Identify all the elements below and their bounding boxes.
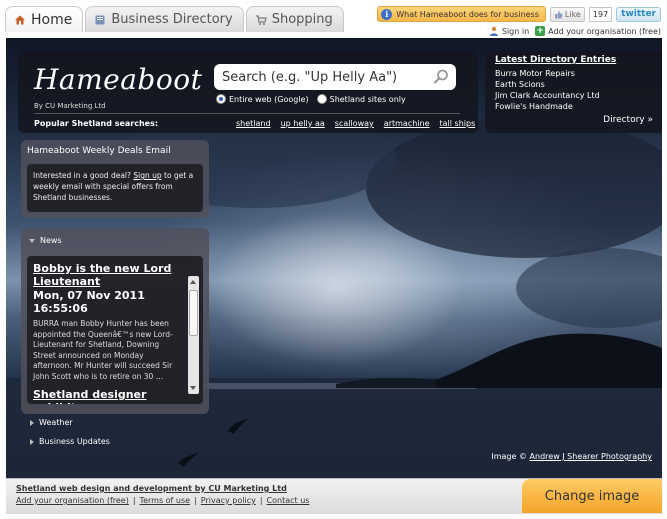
footer: Shetland web design and development by C… [6, 478, 662, 514]
directory-entry[interactable]: Fowlie's Handmade [495, 101, 600, 112]
change-image-button[interactable]: Change image [522, 479, 662, 513]
hero-background-image: Hameaboot By CU Marketing Ltd Entire web… [6, 38, 662, 478]
logo-byline: By CU Marketing Ltd [34, 102, 106, 110]
search-icon[interactable] [432, 68, 450, 86]
top-tabs: Home Business Directory Shopping [5, 6, 344, 32]
weekly-deals-body: Interested in a good deal? Sign up to ge… [27, 164, 203, 212]
popular-search-link[interactable]: shetland [236, 119, 271, 128]
tab-business-directory-label: Business Directory [111, 12, 233, 27]
add-organisation-label: Add your organisation (free) [548, 26, 661, 36]
footer-add-organisation-link[interactable]: Add your organisation (free) [16, 496, 129, 505]
footer-separator: | [194, 496, 197, 505]
scroll-up-arrow[interactable] [190, 280, 196, 284]
search-box [214, 64, 456, 90]
site-logo[interactable]: Hameaboot [34, 63, 202, 96]
weather-label: Weather [39, 418, 73, 427]
radio-entire-web[interactable]: Entire web (Google) [216, 94, 309, 104]
weekly-deals-title: Hameaboot Weekly Deals Email [27, 146, 171, 156]
business-updates-label: Business Updates [39, 437, 110, 446]
sign-in-label: Sign in [501, 26, 530, 36]
directory-entry[interactable]: Burra Motor Repairs [495, 68, 600, 79]
business-updates-section-toggle[interactable]: Business Updates [30, 437, 110, 446]
popular-search-link[interactable]: scalloway [335, 119, 374, 128]
add-organisation-link[interactable]: + Add your organisation (free) [535, 26, 661, 36]
footer-tagline-link[interactable]: Shetland web design and development by C… [16, 484, 287, 493]
footer-separator: | [259, 496, 263, 505]
tab-shopping[interactable]: Shopping [245, 6, 344, 32]
sign-up-link[interactable]: Sign up [133, 171, 161, 180]
popular-search-link[interactable]: artmachine [384, 119, 430, 128]
image-credit: Image © Andrew J Shearer Photography [491, 452, 652, 461]
popular-search-link[interactable]: tall ships [440, 119, 476, 128]
chevron-down-icon [29, 238, 35, 243]
directory-entry[interactable]: Jim Clark Accountancy Ltd [495, 90, 600, 101]
news-headline-link[interactable]: Bobby is the new Lord Lieutenant [33, 262, 183, 288]
scroll-thumb[interactable] [189, 290, 198, 336]
thumbs-up-icon [554, 10, 563, 18]
radio-shetland-sites-dot[interactable] [316, 94, 327, 104]
top-right-actions: i What Hameaboot does for business Like … [377, 6, 661, 36]
directory-entries-list: Burra Motor Repairs Earth Scions Jim Cla… [495, 68, 600, 112]
news-next-headline-link[interactable]: Shetland designer exhibits [33, 388, 183, 404]
header-panel: Hameaboot By CU Marketing Ltd Entire web… [18, 51, 478, 133]
weather-section-toggle[interactable]: Weather [30, 418, 73, 427]
footer-separator: | [132, 496, 136, 505]
tab-home-label: Home [31, 11, 73, 28]
like-label: Like [564, 9, 581, 19]
radio-shetland-sites[interactable]: Shetland sites only [316, 94, 406, 104]
tab-home[interactable]: Home [5, 6, 84, 32]
news-section-toggle[interactable]: News [29, 236, 62, 245]
radio-entire-web-dot[interactable] [216, 94, 226, 104]
facebook-like-button[interactable]: Like [549, 6, 585, 22]
directory-link[interactable]: Directory » [603, 115, 653, 125]
what-hameaboot-does-button[interactable]: i What Hameaboot does for business [377, 6, 546, 22]
user-icon [489, 26, 498, 36]
deals-text-before: Interested in a good deal? [33, 171, 131, 180]
book-icon [95, 15, 105, 24]
search-input[interactable] [222, 69, 422, 85]
popular-searches-label: Popular Shetland searches: [34, 119, 159, 128]
home-icon [15, 15, 25, 24]
footer-privacy-link[interactable]: Privacy policy [201, 496, 256, 505]
news-panel: News Bobby is the new Lord Lieutenant Mo… [21, 228, 209, 414]
image-credit-link[interactable]: Andrew J Shearer Photography [530, 452, 652, 461]
chevron-right-icon [30, 419, 34, 426]
tab-shopping-label: Shopping [271, 12, 333, 27]
footer-links: Add your organisation (free) | Terms of u… [16, 496, 309, 505]
cart-icon [255, 14, 267, 25]
latest-directory-panel: Latest Directory Entries Burra Motor Rep… [485, 51, 662, 133]
chevron-right-icon [30, 438, 34, 445]
news-date: Mon, 07 Nov 2011 16:55:06 [33, 289, 145, 315]
footer-contact-link[interactable]: Contact us [267, 496, 310, 505]
latest-directory-title[interactable]: Latest Directory Entries [495, 55, 616, 65]
weekly-deals-panel: Hameaboot Weekly Deals Email Interested … [21, 140, 209, 218]
news-item: Bobby is the new Lord Lieutenant Mon, 07… [33, 262, 183, 404]
image-credit-prefix: Image © [491, 452, 527, 461]
directory-entry[interactable]: Earth Scions [495, 79, 600, 90]
news-scrollbar[interactable] [188, 276, 199, 394]
like-count: 197 [588, 6, 613, 22]
scroll-down-arrow[interactable] [190, 386, 196, 390]
sign-in-link[interactable]: Sign in [489, 26, 529, 36]
divider [34, 113, 460, 114]
add-icon: + [535, 26, 546, 36]
news-feed-box: Bobby is the new Lord Lieutenant Mon, 07… [27, 256, 203, 404]
radio-shetland-sites-label: Shetland sites only [329, 94, 406, 104]
popular-searches-links: shetland up helly aa scalloway artmachin… [236, 119, 475, 128]
what-hameaboot-does-label: What Hameaboot does for business [396, 9, 539, 19]
news-body: BURRA man Bobby Hunter has been appointe… [33, 319, 173, 381]
footer-terms-link[interactable]: Terms of use [140, 496, 191, 505]
twitter-button[interactable]: twitter [616, 6, 661, 22]
news-section-label: News [40, 236, 62, 245]
search-scope-radios: Entire web (Google) Shetland sites only [216, 94, 406, 104]
info-icon: i [381, 8, 393, 20]
tab-business-directory[interactable]: Business Directory [85, 6, 244, 32]
radio-entire-web-label: Entire web (Google) [229, 94, 309, 104]
popular-search-link[interactable]: up helly aa [281, 119, 325, 128]
